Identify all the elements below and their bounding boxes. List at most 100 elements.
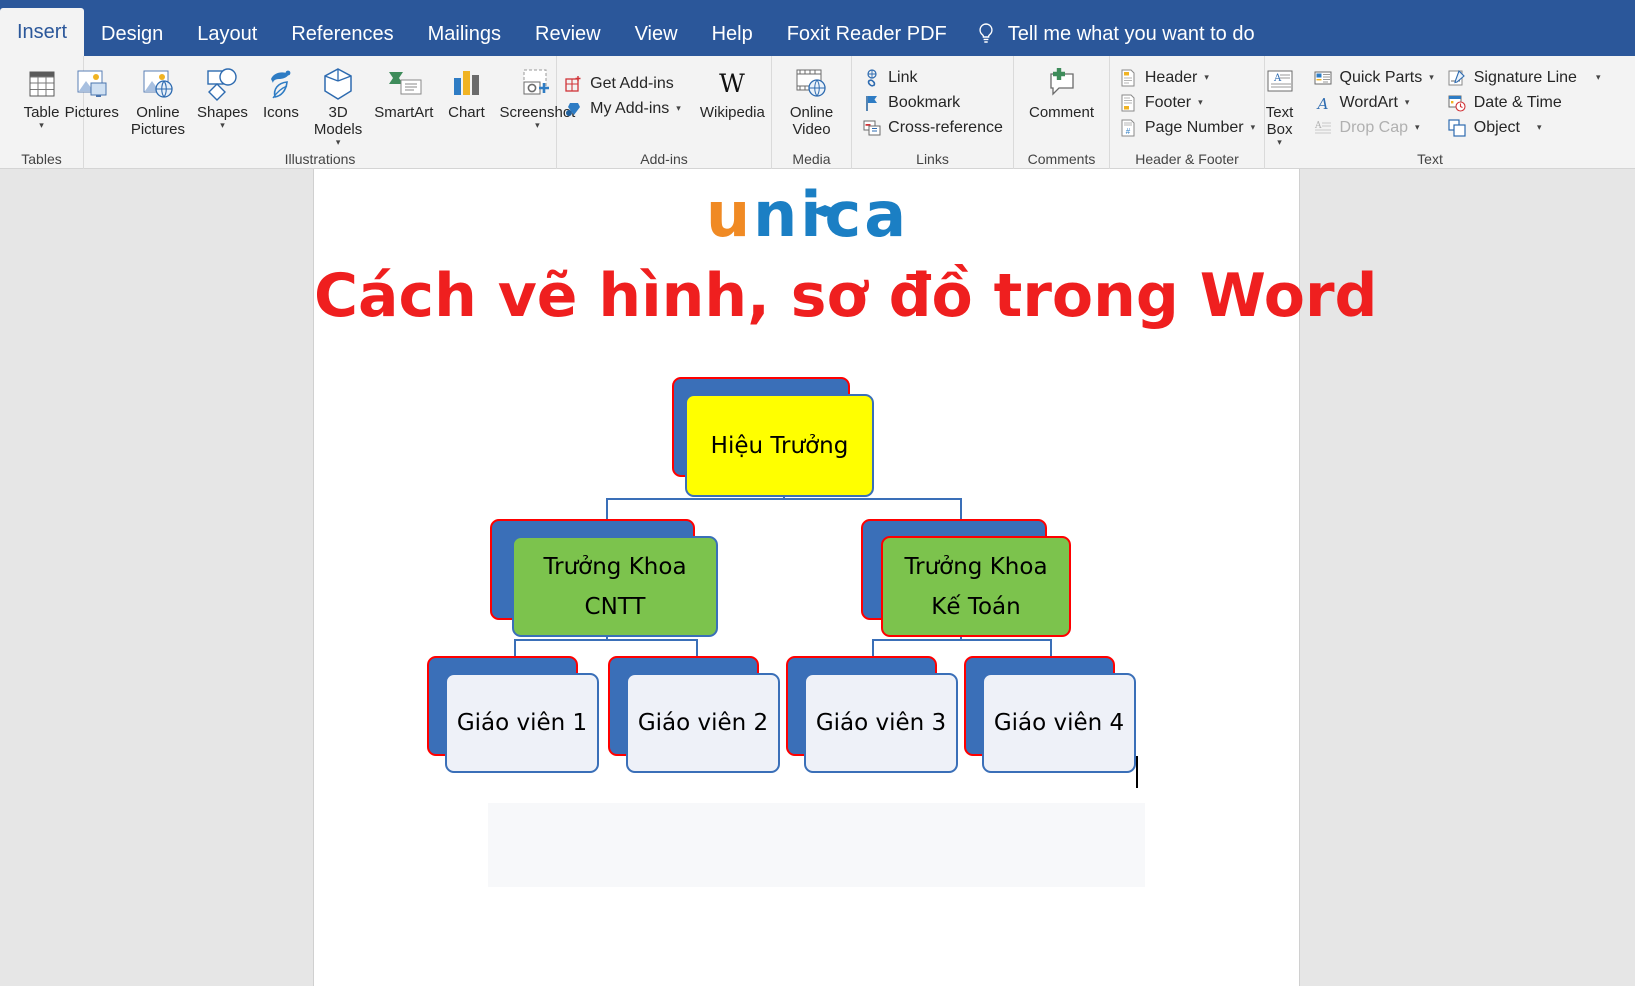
empty-content-block[interactable] (488, 803, 1145, 887)
date-time-icon (1448, 93, 1467, 112)
chevron-down-icon[interactable]: ▾ (220, 121, 225, 130)
date-time-button[interactable]: Date & Time (1442, 91, 1607, 114)
quick-parts-icon (1314, 68, 1333, 87)
chevron-down-icon[interactable]: ▾ (1198, 98, 1203, 107)
org-node-giaovien-4-label: Giáo viên 4 (993, 710, 1125, 736)
object-button[interactable]: Object ▾ (1442, 116, 1607, 139)
header-button[interactable]: Header ▾ (1113, 66, 1261, 89)
chevron-down-icon[interactable]: ▾ (1415, 123, 1420, 132)
tab-references[interactable]: References (274, 12, 410, 56)
org-node-giaovien-1-box[interactable]: Giáo viên 1 (445, 673, 599, 773)
group-label-header-footer: Header & Footer (1135, 151, 1239, 167)
chevron-down-icon[interactable]: ▾ (1277, 138, 1282, 147)
org-node-ketoan-box[interactable]: Trưởng Khoa Kế Toán (881, 536, 1071, 637)
org-node-giaovien-4-box[interactable]: Giáo viên 4 (982, 673, 1136, 773)
comment-button[interactable]: Comment (1024, 62, 1099, 123)
org-node-root[interactable]: Hiệu Trưởng (672, 377, 882, 499)
footer-button[interactable]: Footer ▾ (1113, 91, 1261, 114)
drop-cap-button[interactable]: A Drop Cap ▾ (1308, 116, 1440, 139)
get-addins-icon (564, 74, 583, 93)
icons-button[interactable]: Icons (255, 62, 307, 123)
smartart-button[interactable]: SmartArt (369, 62, 438, 123)
ribbon: Table ▾ Tables Pictures Online Pictures (0, 56, 1635, 169)
org-node-giaovien-1[interactable]: Giáo viên 1 (427, 656, 602, 776)
wordart-button[interactable]: A WordArt ▾ (1308, 91, 1440, 114)
cross-reference-button[interactable]: Cross-reference (856, 116, 1009, 139)
quick-parts-label: Quick Parts (1339, 68, 1423, 86)
tab-mailings[interactable]: Mailings (411, 12, 518, 56)
bookmark-button[interactable]: Bookmark (856, 91, 1009, 114)
chevron-down-icon[interactable]: ▾ (39, 121, 44, 130)
chevron-down-icon[interactable]: ▾ (1429, 73, 1434, 82)
my-addins-button[interactable]: My Add-ins ▾ (558, 97, 687, 120)
chevron-down-icon[interactable]: ▾ (1537, 123, 1542, 132)
org-node-cntt-line1: Trưởng Khoa (543, 553, 687, 580)
date-time-label: Date & Time (1473, 93, 1562, 111)
text-box-button[interactable]: A Text Box ▾ (1254, 62, 1306, 149)
tab-insert[interactable]: Insert (0, 8, 85, 56)
3d-models-button[interactable]: 3D Models ▾ (309, 62, 367, 149)
wikipedia-button[interactable]: W Wikipedia (695, 62, 770, 123)
graduation-cap-icon (810, 205, 840, 222)
org-node-cntt[interactable]: Trưởng Khoa CNTT (490, 519, 722, 639)
chart-button[interactable]: Chart (440, 62, 492, 123)
chevron-down-icon[interactable]: ▾ (336, 138, 341, 147)
shapes-button[interactable]: Shapes ▾ (192, 62, 253, 132)
document-page[interactable]: unica Cách vẽ hình, sơ đồ trong Word Hiệ… (313, 169, 1378, 986)
pictures-button[interactable]: Pictures (60, 62, 124, 123)
org-chart[interactable]: Hiệu Trưởng Trưởng Khoa CNTT Trưởng Khoa… (314, 359, 1301, 799)
3d-models-label: 3D Models (313, 104, 363, 138)
online-pictures-button[interactable]: Online Pictures (126, 62, 190, 140)
chevron-down-icon[interactable]: ▾ (1204, 73, 1209, 82)
cross-reference-icon (862, 118, 881, 137)
quick-parts-button[interactable]: Quick Parts ▾ (1308, 66, 1440, 89)
tab-layout[interactable]: Layout (180, 12, 274, 56)
chevron-down-icon[interactable]: ▾ (535, 121, 540, 130)
org-node-giaovien-3[interactable]: Giáo viên 3 (786, 656, 961, 776)
tab-help[interactable]: Help (695, 12, 770, 56)
org-node-ketoan[interactable]: Trưởng Khoa Kế Toán (861, 519, 1074, 639)
page-number-button[interactable]: # Page Number ▾ (1113, 116, 1261, 139)
chevron-down-icon[interactable]: ▾ (1405, 98, 1410, 107)
link-button[interactable]: Link (856, 66, 1009, 89)
tab-view[interactable]: View (618, 12, 695, 56)
chevron-down-icon[interactable]: ▾ (1596, 73, 1601, 82)
connector-level2-right-down (960, 498, 962, 520)
org-node-giaovien-3-box[interactable]: Giáo viên 3 (804, 673, 958, 773)
my-addins-icon (564, 99, 583, 118)
text-cursor (1136, 756, 1138, 788)
unica-logo: unica (314, 183, 1301, 247)
bookmark-label: Bookmark (888, 93, 961, 111)
org-node-giaovien-4[interactable]: Giáo viên 4 (964, 656, 1139, 776)
cross-reference-label: Cross-reference (888, 118, 1003, 136)
online-pictures-label: Online Pictures (130, 104, 186, 138)
signature-line-button[interactable]: Signature Line ▾ (1442, 66, 1607, 89)
tell-me-search[interactable]: Tell me what you want to do (964, 12, 1267, 56)
online-video-label: Online Video (789, 104, 834, 138)
connector-level3-left-bus (514, 639, 698, 641)
object-icon (1448, 118, 1467, 137)
signature-line-label: Signature Line (1473, 68, 1577, 86)
org-node-root-label: Hiệu Trưởng (710, 432, 849, 459)
org-node-giaovien-2[interactable]: Giáo viên 2 (608, 656, 783, 776)
org-node-root-box[interactable]: Hiệu Trưởng (685, 394, 874, 497)
object-label: Object (1473, 118, 1520, 136)
table-icon (23, 64, 61, 104)
chevron-down-icon[interactable]: ▾ (676, 104, 681, 113)
tab-review[interactable]: Review (518, 12, 618, 56)
online-pictures-icon (138, 64, 178, 104)
get-addins-button[interactable]: Get Add-ins (558, 72, 687, 95)
ribbon-group-illustrations: Pictures Online Pictures Shapes ▾ Icons … (65, 56, 575, 169)
org-node-cntt-box[interactable]: Trưởng Khoa CNTT (512, 536, 718, 637)
tab-foxit-reader-pdf[interactable]: Foxit Reader PDF (770, 12, 964, 56)
online-video-icon (791, 64, 831, 104)
wikipedia-icon: W (711, 64, 753, 104)
ribbon-tab-bar: Insert Design Layout References Mailings… (0, 0, 1635, 56)
org-node-giaovien-2-box[interactable]: Giáo viên 2 (626, 673, 780, 773)
3d-models-icon (318, 64, 358, 104)
tab-design[interactable]: Design (84, 12, 180, 56)
document-area[interactable]: unica Cách vẽ hình, sơ đồ trong Word Hiệ… (0, 169, 1635, 986)
wordart-icon: A (1314, 93, 1333, 112)
online-video-button[interactable]: Online Video (785, 62, 838, 140)
screenshot-icon (517, 64, 557, 104)
